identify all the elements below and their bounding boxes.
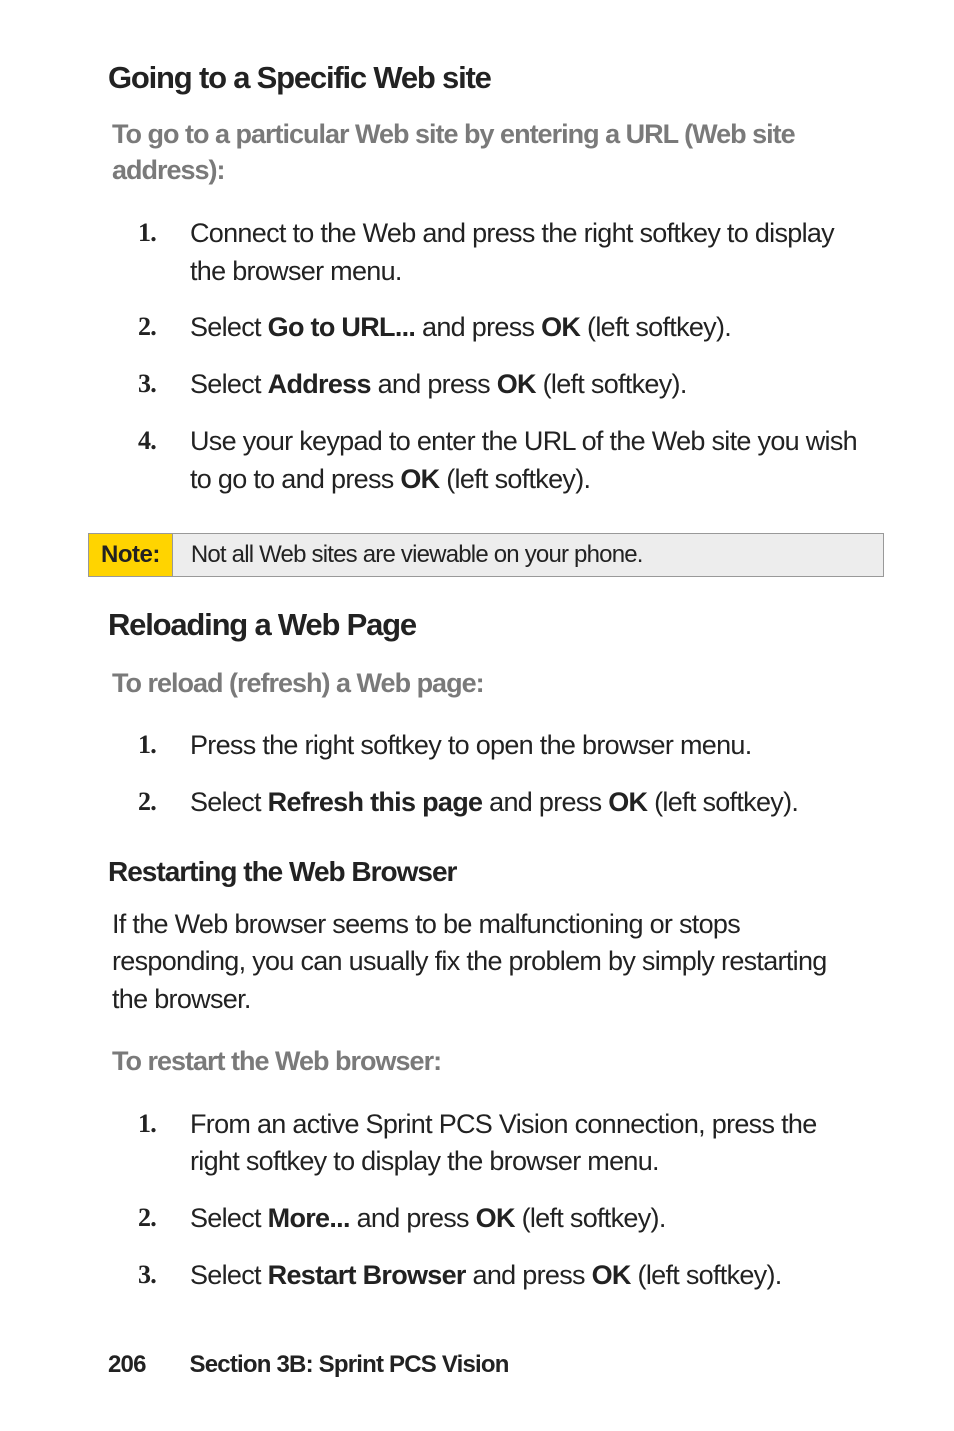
step-text: Use your keypad to enter the URL of the … <box>190 423 864 499</box>
section-reloading: Reloading a Web Page To reload (refresh)… <box>108 607 864 822</box>
step-text: From an active Sprint PCS Vision connect… <box>190 1106 864 1182</box>
step-number: 3. <box>138 366 190 404</box>
step-number: 4. <box>138 423 190 499</box>
step-item: 3. Select Restart Browser and press OK (… <box>138 1257 864 1295</box>
section-going-to-website: Going to a Specific Web site To go to a … <box>108 60 864 499</box>
steps-list-1: 1. Connect to the Web and press the righ… <box>108 215 864 499</box>
step-item: 3. Select Address and press OK (left sof… <box>138 366 864 404</box>
step-item: 2. Select Go to URL... and press OK (lef… <box>138 309 864 347</box>
page-number: 206 <box>108 1351 146 1378</box>
instruction-url: To go to a particular Web site by enteri… <box>108 116 864 189</box>
step-text: Select Restart Browser and press OK (lef… <box>190 1257 864 1295</box>
section-restarting: Restarting the Web Browser If the Web br… <box>108 856 864 1295</box>
step-item: 4. Use your keypad to enter the URL of t… <box>138 423 864 499</box>
steps-list-3: 1. From an active Sprint PCS Vision conn… <box>108 1106 864 1295</box>
note-label: Note: <box>89 534 173 576</box>
step-number: 2. <box>138 1200 190 1238</box>
step-text: Select Go to URL... and press OK (left s… <box>190 309 864 347</box>
body-restarting: If the Web browser seems to be malfuncti… <box>108 906 864 1019</box>
step-number: 1. <box>138 215 190 291</box>
step-number: 2. <box>138 309 190 347</box>
step-number: 1. <box>138 727 190 765</box>
heading-reloading: Reloading a Web Page <box>108 607 864 643</box>
step-text: Connect to the Web and press the right s… <box>190 215 864 291</box>
instruction-reload: To reload (refresh) a Web page: <box>108 665 864 701</box>
note-box: Note: Not all Web sites are viewable on … <box>88 533 884 577</box>
step-number: 2. <box>138 784 190 822</box>
step-item: 2. Select Refresh this page and press OK… <box>138 784 864 822</box>
page-footer: 206 Section 3B: Sprint PCS Vision <box>108 1351 509 1379</box>
step-number: 3. <box>138 1257 190 1295</box>
note-text: Not all Web sites are viewable on your p… <box>173 534 883 576</box>
step-item: 2. Select More... and press OK (left sof… <box>138 1200 864 1238</box>
step-number: 1. <box>138 1106 190 1182</box>
heading-restarting: Restarting the Web Browser <box>108 856 864 888</box>
step-item: 1. Connect to the Web and press the righ… <box>138 215 864 291</box>
instruction-restart: To restart the Web browser: <box>108 1043 864 1079</box>
step-text: Select More... and press OK (left softke… <box>190 1200 864 1238</box>
steps-list-2: 1. Press the right softkey to open the b… <box>108 727 864 822</box>
step-text: Press the right softkey to open the brow… <box>190 727 864 765</box>
step-item: 1. Press the right softkey to open the b… <box>138 727 864 765</box>
heading-going-to-website: Going to a Specific Web site <box>108 60 864 96</box>
step-text: Select Address and press OK (left softke… <box>190 366 864 404</box>
step-text: Select Refresh this page and press OK (l… <box>190 784 864 822</box>
step-item: 1. From an active Sprint PCS Vision conn… <box>138 1106 864 1182</box>
section-label: Section 3B: Sprint PCS Vision <box>190 1351 509 1378</box>
